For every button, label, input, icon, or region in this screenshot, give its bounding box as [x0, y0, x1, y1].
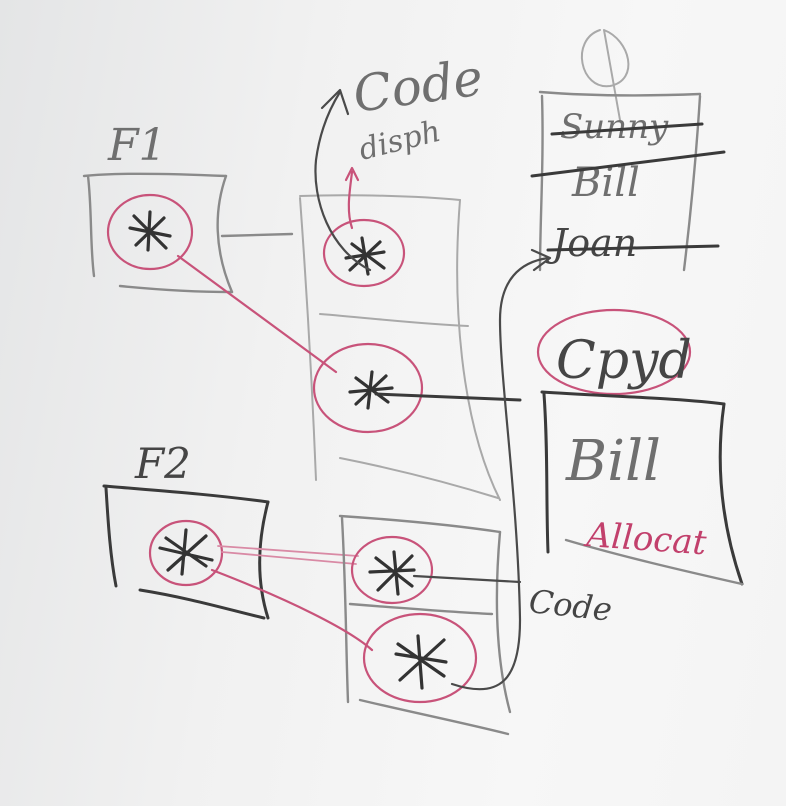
code-label-bottom: Code: [527, 582, 614, 628]
frame-f2-label: F2: [134, 439, 191, 488]
frame-f1: F1: [82, 120, 294, 294]
code-label-top: Code: [350, 48, 487, 124]
code-dispatch-annotation: Code disph: [314, 48, 487, 272]
cpyd-label: Cpyd: [556, 331, 692, 391]
bill-label: Bill: [565, 429, 661, 494]
f2-pointer-star: [158, 528, 214, 576]
class-name-list: Sunny Bill Joan: [530, 29, 726, 272]
instance-object: Cpyd Bill Allocat: [536, 308, 744, 586]
frame-f2: F2: [102, 439, 359, 620]
allocate-label: Allocat: [582, 515, 708, 563]
class-item-joan: Joan: [545, 221, 637, 265]
object-upper: [176, 166, 522, 501]
whiteboard-diagram: F1 F2 Code disph Sunny Bill Joan Cpyd Bi…: [82, 29, 744, 736]
frame-f1-label: F1: [107, 120, 167, 171]
f1-pointer-star: [128, 210, 172, 252]
